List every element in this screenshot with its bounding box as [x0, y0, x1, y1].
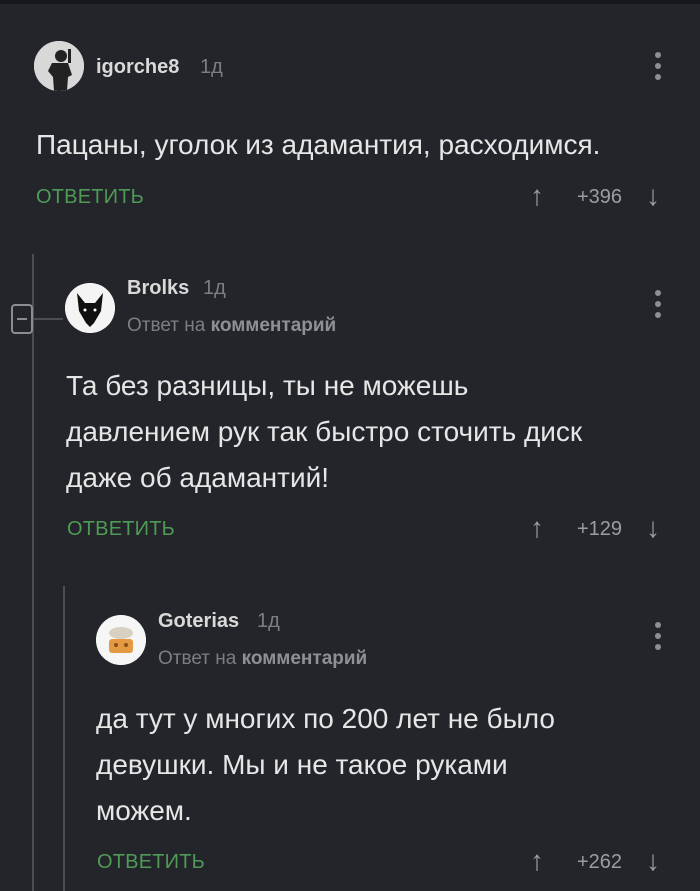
arrow-down-icon[interactable]: ↓: [646, 847, 660, 875]
reply-to-label: Ответ на комментарий: [158, 648, 367, 670]
wolf-icon: [65, 283, 115, 333]
user-silhouette-icon: [34, 41, 84, 91]
arrow-up-icon[interactable]: ↑: [530, 847, 544, 875]
comment-text-line: даже об адамантий!: [66, 462, 330, 493]
reply-to-prefix: Ответ на: [127, 315, 206, 336]
reply-to-prefix: Ответ на: [158, 648, 237, 669]
comment-text-line: Та без разницы, ты не можешь: [66, 370, 469, 401]
comment-text: да тут у многих по 200 лет не было девуш…: [96, 696, 555, 834]
more-menu-icon[interactable]: [655, 622, 661, 655]
rating-value: +396: [577, 186, 623, 208]
house-icon: [96, 615, 146, 665]
thread-branch-line: [33, 318, 63, 320]
comment-text-line: девушки. Мы и не такое руками: [96, 749, 508, 780]
comment-time: 1д: [200, 56, 223, 78]
comment-text: Та без разницы, ты не можешь давлением р…: [66, 363, 582, 501]
more-menu-icon[interactable]: [655, 52, 661, 85]
collapse-thread-button[interactable]: [11, 304, 33, 334]
arrow-up-icon[interactable]: ↑: [530, 514, 544, 542]
reply-button[interactable]: ОТВЕТИТЬ: [36, 186, 144, 209]
comment-text-line: можем.: [96, 795, 192, 826]
avatar[interactable]: [65, 283, 115, 333]
comment-time: 1д: [203, 277, 226, 299]
avatar[interactable]: [96, 615, 146, 665]
arrow-down-icon[interactable]: ↓: [646, 182, 660, 210]
arrow-down-icon[interactable]: ↓: [646, 514, 660, 542]
reply-button[interactable]: ОТВЕТИТЬ: [67, 518, 175, 541]
reply-to-label: Ответ на комментарий: [127, 315, 336, 337]
avatar[interactable]: [34, 41, 84, 91]
author-name[interactable]: Goterias: [158, 610, 239, 633]
rating-value: +129: [577, 518, 623, 540]
arrow-up-icon[interactable]: ↑: [530, 182, 544, 210]
reply-to-link[interactable]: комментарий: [211, 315, 337, 336]
more-menu-icon[interactable]: [655, 290, 661, 323]
comment-text: Пацаны, уголок из адамантия, расходимся.: [36, 129, 601, 160]
thread-line-level-2: [63, 586, 65, 891]
author-name[interactable]: igorche8: [96, 56, 179, 79]
top-bar: [0, 0, 700, 4]
comment-text-line: давлением рук так быстро сточить диск: [66, 416, 583, 447]
comment-time: 1д: [257, 610, 280, 632]
thread-line-level-1: [32, 254, 34, 891]
comment-text-line: да тут у многих по 200 лет не было: [96, 703, 555, 734]
author-name[interactable]: Brolks: [127, 277, 189, 300]
reply-button[interactable]: ОТВЕТИТЬ: [97, 851, 205, 874]
reply-to-link[interactable]: комментарий: [242, 648, 368, 669]
rating-value: +262: [577, 851, 623, 873]
